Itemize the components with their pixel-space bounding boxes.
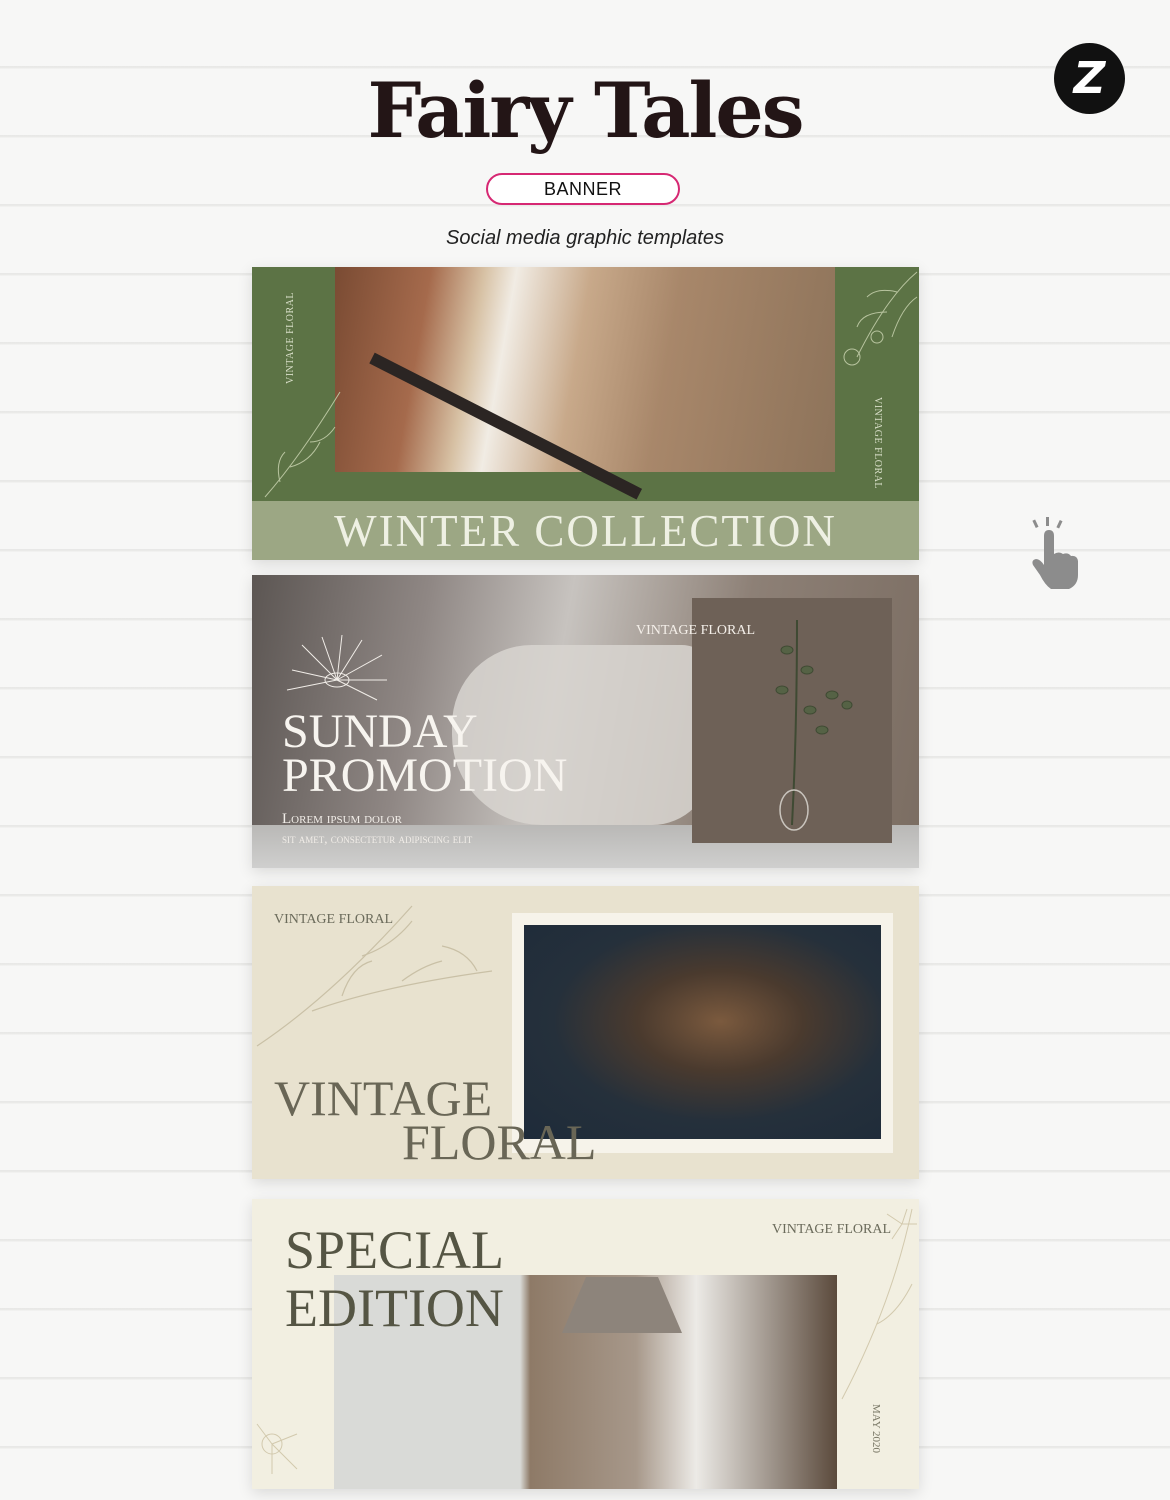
headline-line: EDITION	[285, 1278, 504, 1338]
banner-tag: VINTAGE FLORAL	[274, 912, 394, 927]
headline-line: FLORAL	[402, 1114, 597, 1170]
banner-photo	[335, 267, 835, 472]
banner-headline: SUNDAY PROMOTION	[282, 705, 568, 802]
banner-tag: VINTAGE FLORAL	[772, 1222, 892, 1237]
vertical-label: VINTAGE FLORAL	[285, 292, 296, 385]
banner-special-edition[interactable]: VINTAGE FLORAL SPECIAL EDITION MAY 2020	[252, 1199, 919, 1489]
headline-line: SPECIAL	[285, 1220, 505, 1280]
flower-illustration-icon	[286, 635, 387, 701]
date-label: MAY 2020	[870, 1404, 882, 1454]
floral-illustration-icon	[256, 1423, 298, 1474]
headline-band: WINTER COLLECTION	[252, 501, 919, 560]
banner-winter-collection[interactable]: VINTAGE FLORAL VINTAGE FLORAL WINTER COL…	[252, 267, 919, 560]
category-badge: BANNER	[486, 173, 680, 205]
page-subtitle: Social media graphic templates	[446, 227, 724, 249]
banner-headline: VINTAGE FLORAL	[274, 1073, 597, 1170]
hand-pointer-icon	[1032, 517, 1078, 589]
body-line: Lorem ipsum dolor	[282, 811, 402, 827]
headline-line: PROMOTION	[282, 749, 568, 802]
banner-sunday-promotion[interactable]: VINTAGE FLORAL SUNDAY PROMOTION Lorem ip…	[252, 575, 919, 868]
body-line: sit amet, consectetur adipiscing elit	[282, 831, 473, 846]
banner-vintage-floral[interactable]: VINTAGE FLORAL VINTAGE FLORAL	[252, 886, 919, 1179]
banner-headline: SPECIAL EDITION	[285, 1221, 504, 1337]
banner-body: Lorem ipsum dolor sit amet, consectetur …	[282, 810, 472, 848]
vertical-label: VINTAGE FLORAL	[872, 397, 883, 490]
floral-illustration-icon	[843, 271, 918, 366]
banner-tag: VINTAGE FLORAL	[636, 623, 756, 638]
page-title: Fairy Tales	[367, 66, 804, 155]
headline-line: SUNDAY	[282, 705, 478, 758]
banner-headline: WINTER COLLECTION	[334, 505, 837, 556]
